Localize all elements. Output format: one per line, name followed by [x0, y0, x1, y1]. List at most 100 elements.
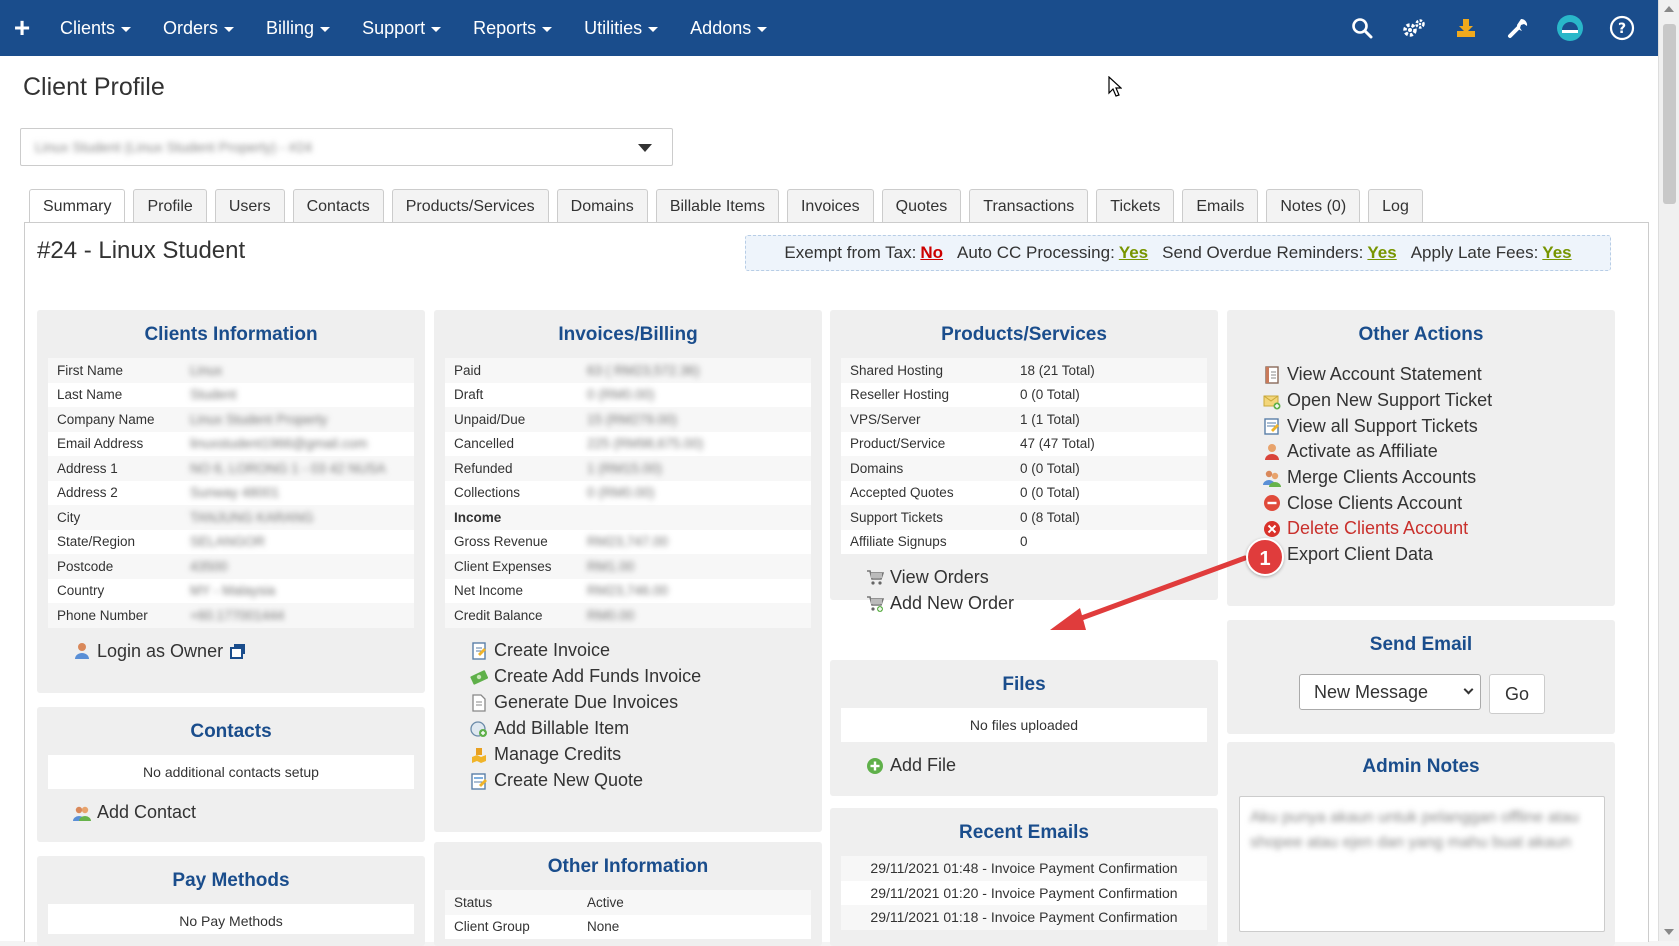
gears-icon[interactable] — [1388, 0, 1440, 56]
tab-notes[interactable]: Notes (0) — [1266, 189, 1361, 223]
row-label: Domains — [850, 460, 904, 476]
table-row: Shared Hosting 18 (21 Total) — [841, 358, 1207, 383]
download-icon[interactable] — [1440, 0, 1492, 56]
row-label: City — [57, 509, 81, 525]
tab-emails[interactable]: Emails — [1182, 189, 1259, 223]
scroll-down-icon[interactable] — [1664, 929, 1674, 935]
open-new-support-ticket-link[interactable]: Open New Support Ticket — [1263, 388, 1615, 414]
table-row: Client Expenses RM1.00 — [445, 554, 811, 579]
tab-domains[interactable]: Domains — [556, 189, 648, 223]
caret-down-icon — [638, 144, 652, 152]
export-client-data-link[interactable]: Export Client Data — [1263, 542, 1615, 568]
client-heading: #24 - Linux Student — [37, 237, 246, 264]
late-fees-label: Apply Late Fees: — [1410, 243, 1539, 262]
link-label: Add File — [890, 755, 957, 776]
delete-icon — [1263, 520, 1281, 538]
row-value: 225 (RM98,675.00) — [587, 436, 704, 452]
tab-invoices[interactable]: Invoices — [786, 189, 874, 223]
row-value: 43500 — [190, 558, 228, 574]
add-file-link[interactable]: Add File — [866, 752, 1218, 780]
link-label: Add Billable Item — [494, 718, 630, 738]
row-value: 0 (RM0.00) — [587, 485, 655, 501]
tab-contacts[interactable]: Contacts — [292, 189, 384, 223]
create-add-funds-invoice-link[interactable]: Create Add Funds Invoice — [470, 664, 822, 690]
send-email-go-button[interactable]: Go — [1489, 674, 1545, 714]
scroll-up-icon[interactable] — [1664, 6, 1674, 12]
manage-credits-link[interactable]: Manage Credits — [470, 742, 822, 768]
auto-cc-value[interactable]: Yes — [1119, 243, 1148, 263]
external-window-icon[interactable] — [229, 642, 247, 660]
create-invoice-link[interactable]: Create Invoice — [470, 638, 822, 664]
link-label: View all Support Tickets — [1287, 415, 1478, 436]
menu-label: Reports — [473, 18, 537, 38]
close-clients-account-link[interactable]: Close Clients Account — [1263, 490, 1615, 516]
login-as-owner-link[interactable]: Login as Owner — [73, 638, 425, 666]
panel-title: Invoices/Billing — [558, 324, 698, 345]
tab-log[interactable]: Log — [1368, 189, 1423, 223]
page-scrollbar[interactable] — [1658, 0, 1679, 941]
search-icon[interactable] — [1336, 0, 1388, 56]
generate-due-invoices-link[interactable]: Generate Due Invoices — [470, 690, 822, 716]
contacts-empty-message: No additional contacts setup — [48, 755, 414, 789]
tab-users[interactable]: Users — [214, 189, 285, 223]
add-circle-icon — [866, 757, 884, 775]
panel-title: Products/Services — [941, 324, 1107, 345]
email-template-select[interactable]: New Message — [1299, 674, 1481, 710]
menu-billing[interactable]: Billing — [250, 0, 346, 56]
link-label: Add New Order — [890, 592, 1015, 613]
row-value: 0 (RM0.00) — [587, 387, 655, 403]
menu-utilities[interactable]: Utilities — [568, 0, 674, 56]
menu-addons[interactable]: Addons — [674, 0, 783, 56]
tab-profile[interactable]: Profile — [133, 189, 207, 223]
activate-as-affiliate-link[interactable]: Activate as Affiliate — [1263, 439, 1615, 465]
help-icon[interactable]: ? — [1596, 0, 1648, 56]
money-icon — [470, 668, 488, 686]
scrollbar-thumb[interactable] — [1663, 24, 1676, 204]
row-label: Last Name — [57, 387, 123, 403]
panel-title: Files — [1002, 674, 1046, 695]
view-account-statement-link[interactable]: View Account Statement — [1263, 362, 1615, 388]
table-row: Collections 0 (RM0.00) — [445, 481, 811, 506]
late-fees-value[interactable]: Yes — [1542, 243, 1571, 263]
email-row[interactable]: 29/11/2021 01:48 - Invoice Payment Confi… — [841, 856, 1207, 881]
row-label: Draft — [454, 387, 484, 403]
wrench-icon[interactable] — [1492, 0, 1544, 56]
overdue-reminders-label: Send Overdue Reminders: — [1162, 243, 1364, 262]
menu-reports[interactable]: Reports — [457, 0, 568, 56]
tab-products-services[interactable]: Products/Services — [391, 189, 549, 223]
overdue-reminders-value[interactable]: Yes — [1367, 243, 1396, 263]
client-selector[interactable]: Linux Student (Linux Student Property) -… — [20, 128, 673, 166]
add-new-icon[interactable]: + — [0, 0, 44, 56]
create-new-quote-link[interactable]: Create New Quote — [470, 768, 822, 794]
tab-tickets[interactable]: Tickets — [1096, 189, 1175, 223]
admin-notes-textarea[interactable]: Aku punya akaun untuk pelanggan offline … — [1239, 796, 1605, 932]
add-billable-item-link[interactable]: Add Billable Item — [470, 716, 822, 742]
tab-quotes[interactable]: Quotes — [881, 189, 962, 223]
menu-support[interactable]: Support — [346, 0, 457, 56]
files-empty-message: No files uploaded — [841, 708, 1207, 742]
annotation-arrow — [1050, 555, 1248, 630]
exempt-tax-value[interactable]: No — [920, 243, 943, 263]
menu-clients[interactable]: Clients — [44, 0, 147, 56]
table-row: First Name Linux — [48, 358, 414, 383]
avatar-icon[interactable] — [1544, 0, 1596, 56]
tab-summary[interactable]: Summary — [29, 189, 126, 224]
row-label: Shared Hosting — [850, 362, 944, 378]
table-row: Accepted Quotes 0 (0 Total) — [841, 481, 1207, 506]
client-settings-bar: Exempt from Tax: No Auto CC Processing: Ye… — [745, 235, 1611, 271]
email-row[interactable]: 29/11/2021 01:20 - Invoice Payment Confi… — [841, 881, 1207, 906]
menu-orders[interactable]: Orders — [147, 0, 250, 56]
row-value: 1 (1 Total) — [1020, 411, 1080, 427]
table-row: Unpaid/Due 15 (RM279.00) — [445, 407, 811, 432]
add-contact-link[interactable]: Add Contact — [73, 799, 425, 827]
view-all-support-tickets-link[interactable]: View all Support Tickets — [1263, 413, 1615, 439]
merge-clients-accounts-link[interactable]: Merge Clients Accounts — [1263, 465, 1615, 491]
tab-billable-items[interactable]: Billable Items — [655, 189, 779, 223]
email-row[interactable]: 29/11/2021 01:18 - Invoice Payment Confi… — [841, 905, 1207, 930]
panel-title: Contacts — [190, 721, 272, 742]
row-label: Collections — [454, 485, 521, 501]
delete-clients-account-link[interactable]: Delete Clients Account — [1263, 516, 1615, 542]
other-actions-links: View Account Statement Open New Support T… — [1227, 362, 1615, 568]
table-row: Client Group None — [445, 915, 811, 940]
tab-transactions[interactable]: Transactions — [969, 189, 1089, 223]
